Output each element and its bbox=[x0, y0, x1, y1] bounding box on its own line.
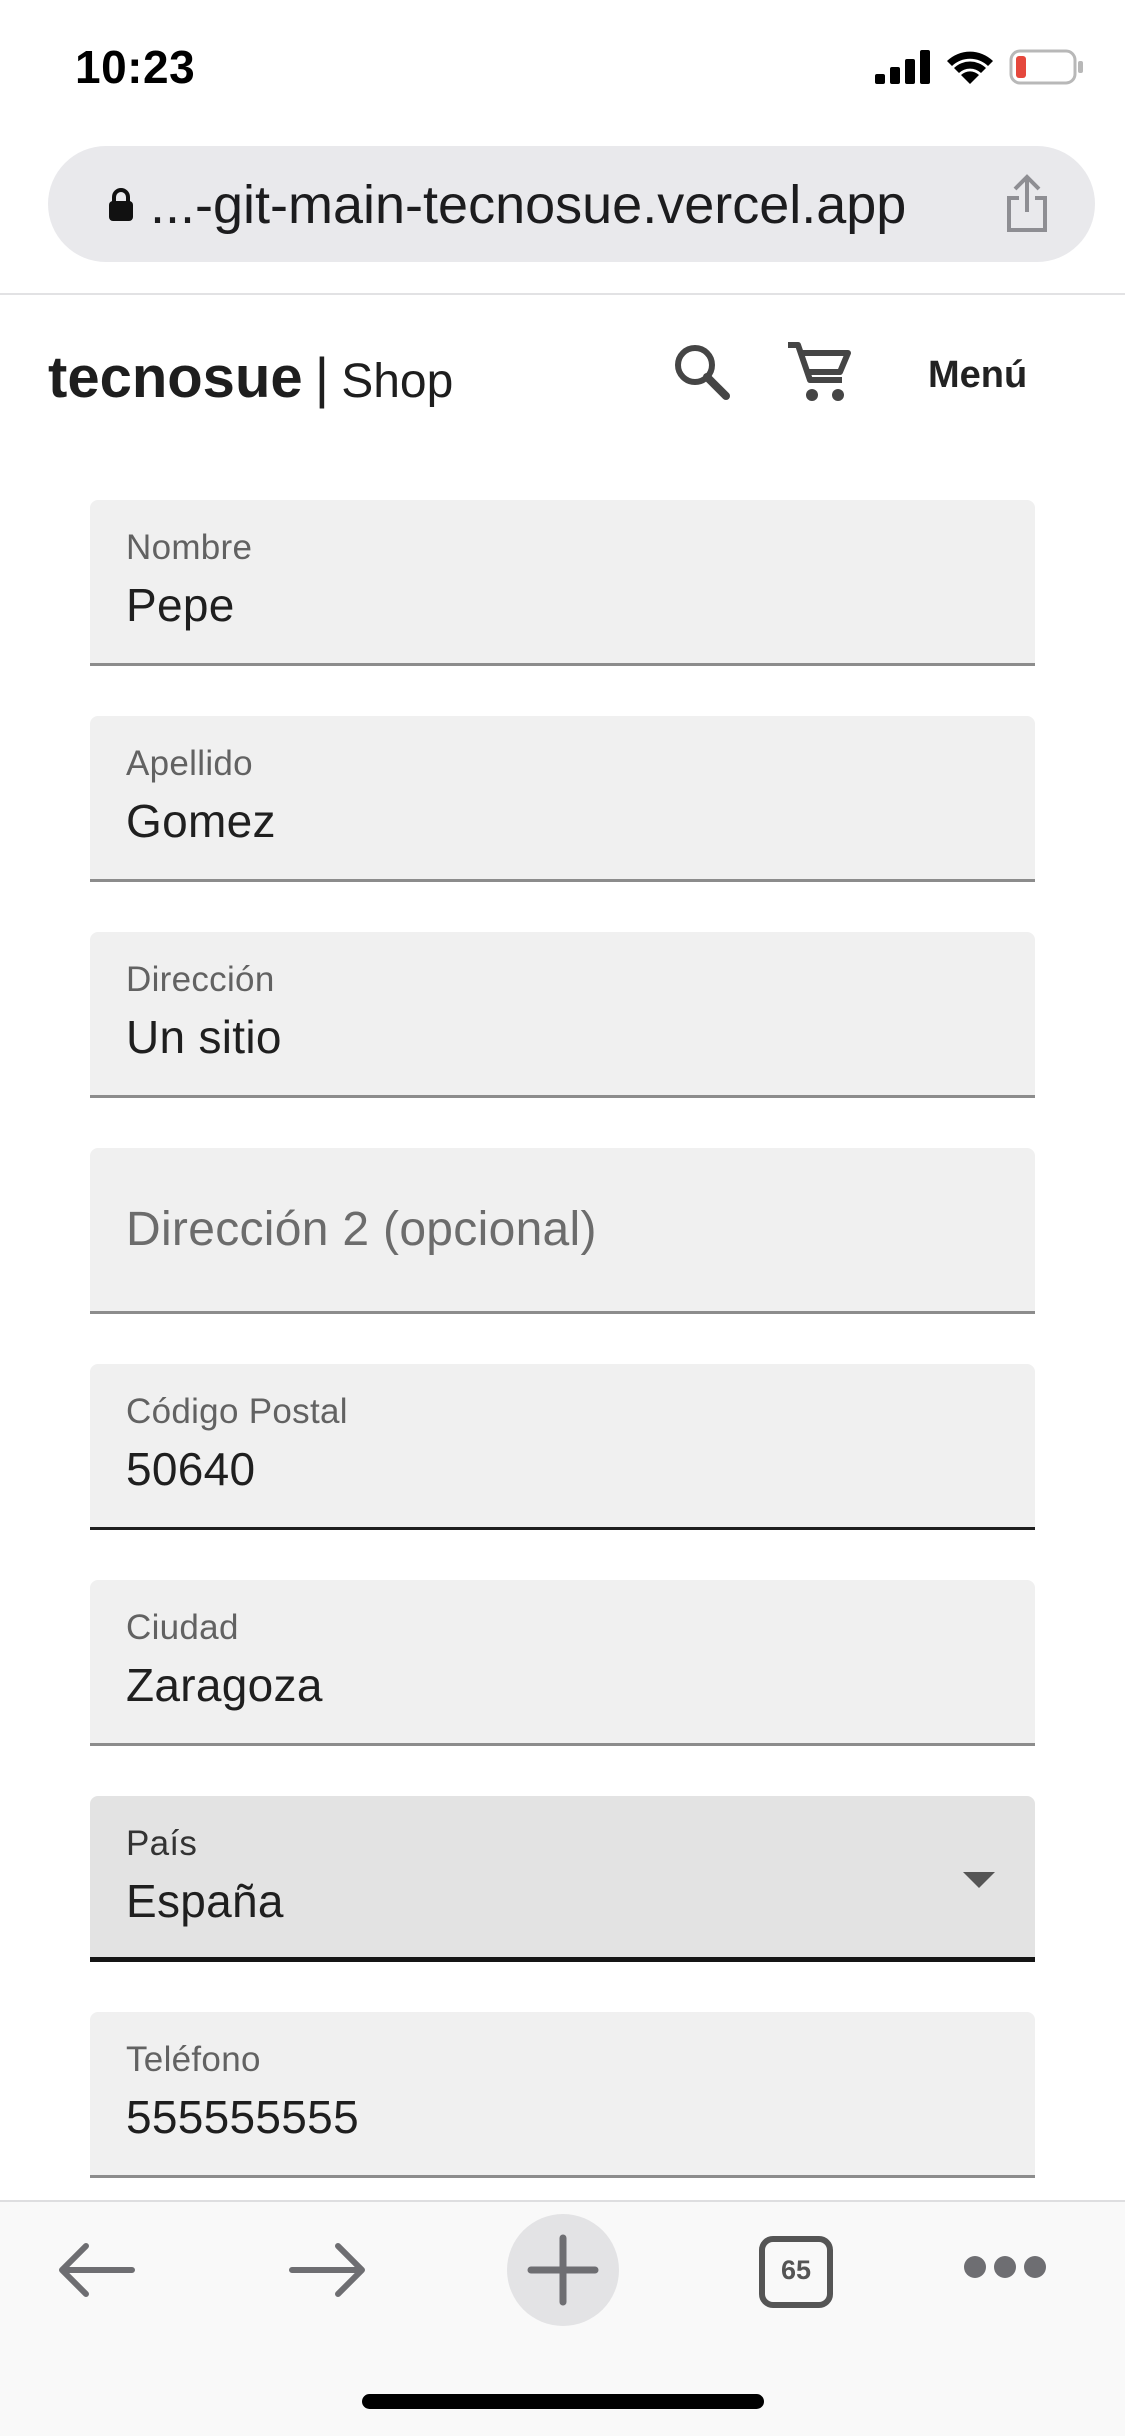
menu-button[interactable]: Menú bbox=[928, 354, 1027, 397]
last-name-label: Apellido bbox=[126, 744, 253, 783]
tab-count: 65 bbox=[780, 2255, 812, 2285]
app-header: tecnosue | Shop Menú bbox=[0, 296, 1125, 456]
new-tab-button[interactable] bbox=[507, 2214, 619, 2326]
address-value[interactable]: Un sitio bbox=[126, 1010, 282, 1064]
brand-name: tecnosue bbox=[48, 345, 303, 410]
phone-label: Teléfono bbox=[126, 2040, 261, 2079]
city-field[interactable]: Ciudad Zaragoza bbox=[90, 1580, 1035, 1746]
more-icon[interactable] bbox=[962, 2254, 1048, 2280]
address2-placeholder[interactable]: Dirección 2 (opcional) bbox=[126, 1202, 597, 1257]
chevron-down-icon[interactable] bbox=[963, 1872, 995, 1888]
tabs-icon[interactable]: 65 bbox=[759, 2236, 833, 2308]
status-time: 10:23 bbox=[75, 41, 196, 93]
address-label: Dirección bbox=[126, 960, 275, 999]
forward-arrow-icon[interactable] bbox=[288, 2240, 368, 2300]
country-value[interactable]: España bbox=[126, 1874, 284, 1928]
postal-code-label: Código Postal bbox=[126, 1392, 348, 1431]
url-text[interactable]: ...-git-main-tecnosue.vercel.app bbox=[150, 174, 906, 236]
city-value[interactable]: Zaragoza bbox=[126, 1658, 323, 1712]
lock-icon bbox=[109, 188, 133, 221]
phone-field[interactable]: Teléfono 555555555 bbox=[90, 2012, 1035, 2178]
first-name-label: Nombre bbox=[126, 528, 253, 567]
city-label: Ciudad bbox=[126, 1608, 239, 1647]
search-icon[interactable] bbox=[672, 342, 732, 402]
postal-code-field[interactable]: Código Postal 50640 bbox=[90, 1364, 1035, 1530]
home-indicator[interactable] bbox=[362, 2394, 764, 2409]
address2-field[interactable]: Dirección 2 (opcional) bbox=[90, 1148, 1035, 1314]
country-label: País bbox=[126, 1824, 198, 1863]
address-bar[interactable]: ...-git-main-tecnosue.vercel.app bbox=[48, 146, 1095, 262]
browser-address-area: ...-git-main-tecnosue.vercel.app bbox=[0, 140, 1125, 295]
battery-icon bbox=[1009, 49, 1083, 85]
back-arrow-icon[interactable] bbox=[56, 2240, 136, 2300]
last-name-field[interactable]: Apellido Gomez bbox=[90, 716, 1035, 882]
first-name-field[interactable]: Nombre Pepe bbox=[90, 500, 1035, 666]
last-name-value[interactable]: Gomez bbox=[126, 794, 276, 848]
brand-separator: | bbox=[314, 346, 330, 409]
status-bar: 10:23 bbox=[0, 0, 1125, 140]
signal-icon bbox=[875, 50, 930, 84]
country-select[interactable]: País España bbox=[90, 1796, 1035, 1962]
postal-code-value[interactable]: 50640 bbox=[126, 1442, 255, 1496]
address-field[interactable]: Dirección Un sitio bbox=[90, 932, 1035, 1098]
wifi-icon bbox=[947, 51, 993, 84]
status-icons bbox=[875, 48, 1085, 86]
cart-icon[interactable] bbox=[786, 340, 854, 406]
brand-logo[interactable]: tecnosue | Shop bbox=[48, 344, 453, 411]
first-name-value[interactable]: Pepe bbox=[126, 578, 235, 632]
share-icon[interactable] bbox=[1003, 174, 1051, 234]
plus-icon bbox=[527, 2234, 599, 2306]
brand-section: Shop bbox=[341, 355, 454, 408]
phone-value[interactable]: 555555555 bbox=[126, 2090, 359, 2144]
